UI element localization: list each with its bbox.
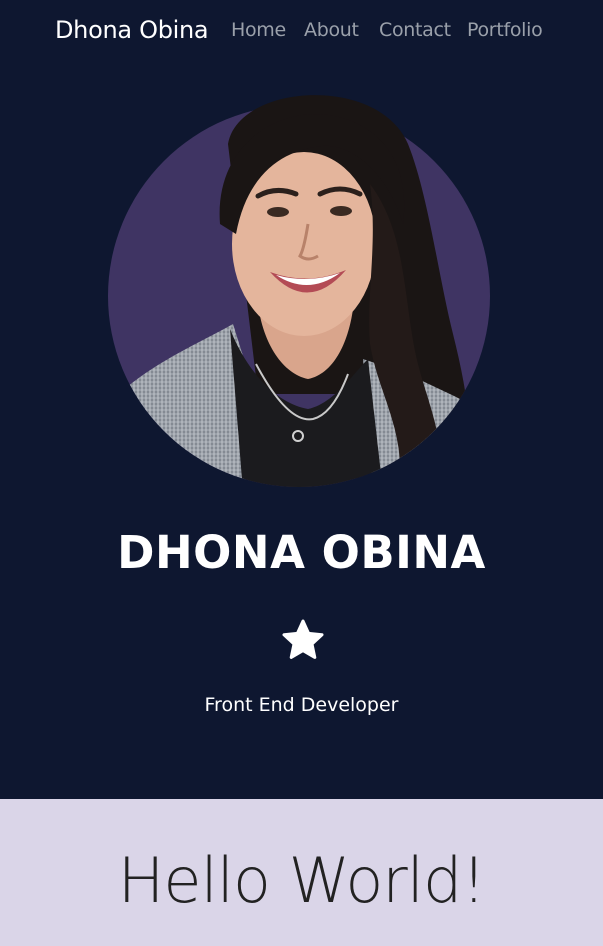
tagline: Front End Developer [204,694,399,716]
nav-link-contact[interactable]: Contact [379,19,451,41]
hello-heading: Hello World! [117,844,486,917]
nav-link-home[interactable]: Home [231,19,286,41]
brand-link[interactable]: Dhona Obina [55,16,209,44]
page: Dhona Obina Home About Contact Portfolio [0,0,603,946]
navbar: Dhona Obina Home About Contact Portfolio [0,0,603,62]
profile-avatar [108,95,490,487]
name-heading: DHONA OBINA [117,526,486,579]
nav-link-portfolio[interactable]: Portfolio [467,19,543,41]
right-eye [330,206,352,216]
star-divider [280,618,326,664]
hero-section: Dhona Obina Home About Contact Portfolio [0,0,603,799]
star-icon [282,619,324,659]
left-eye [267,207,289,217]
nav-link-about[interactable]: About [304,19,359,41]
